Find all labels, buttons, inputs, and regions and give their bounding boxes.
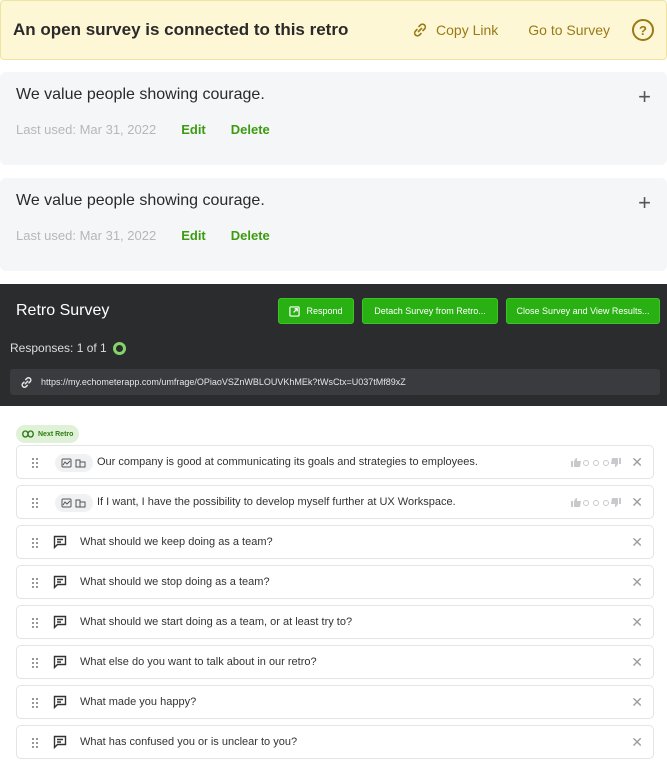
link-icon bbox=[413, 23, 427, 37]
drag-handle-icon[interactable] bbox=[31, 496, 39, 514]
edit-button[interactable]: Edit bbox=[181, 228, 206, 243]
delete-button[interactable]: Delete bbox=[231, 122, 270, 137]
drag-handle-icon[interactable] bbox=[31, 536, 39, 554]
external-link-icon bbox=[289, 305, 301, 317]
question-row[interactable]: What should we stop doing as a team? ✕ bbox=[16, 565, 654, 599]
link-icon bbox=[22, 430, 34, 438]
rating-question-icon bbox=[55, 454, 93, 472]
help-icon[interactable]: ? bbox=[632, 19, 654, 41]
responses-label: Responses: 1 of 1 bbox=[10, 341, 107, 355]
remove-question-icon[interactable]: ✕ bbox=[631, 614, 643, 631]
responses-count: Responses: 1 of 1 bbox=[10, 341, 126, 355]
value-title: We value people showing courage. bbox=[16, 192, 265, 209]
survey-url: https://my.echometerapp.com/umfrage/OPia… bbox=[41, 377, 406, 387]
scale-dot bbox=[603, 499, 609, 506]
last-used: Last used: Mar 31, 2022 bbox=[16, 228, 157, 243]
question-row[interactable]: What should we start doing as a team, or… bbox=[16, 605, 654, 639]
last-used: Last used: Mar 31, 2022 bbox=[16, 122, 157, 137]
question-text: What should we stop doing as a team? bbox=[80, 576, 270, 588]
banner-title: An open survey is connected to this retr… bbox=[13, 20, 349, 39]
rating-scale bbox=[571, 458, 621, 467]
remove-question-icon[interactable]: ✕ bbox=[631, 734, 643, 751]
rating-scale bbox=[571, 498, 621, 507]
thumbs-down-icon bbox=[611, 458, 621, 467]
drag-handle-icon[interactable] bbox=[31, 656, 39, 674]
copy-link-label: Copy Link bbox=[436, 22, 499, 38]
survey-url-field[interactable]: https://my.echometerapp.com/umfrage/OPia… bbox=[10, 369, 660, 395]
respond-button[interactable]: Respond bbox=[278, 298, 354, 324]
question-text: What should we start doing as a team, or… bbox=[80, 616, 353, 628]
drag-handle-icon[interactable] bbox=[31, 736, 39, 754]
comment-icon bbox=[53, 615, 67, 634]
edit-button[interactable]: Edit bbox=[181, 122, 206, 137]
question-text: What has confused you or is unclear to y… bbox=[80, 736, 298, 748]
scale-dot bbox=[603, 459, 609, 466]
thumbs-up-icon bbox=[571, 458, 581, 467]
detach-survey-button[interactable]: Detach Survey from Retro... bbox=[362, 298, 498, 324]
drag-handle-icon[interactable] bbox=[31, 456, 39, 474]
value-card: We value people showing courage. + Last … bbox=[0, 72, 667, 165]
drag-handle-icon[interactable] bbox=[31, 696, 39, 714]
progress-ring-icon bbox=[112, 341, 126, 355]
question-text: What else do you want to talk about in o… bbox=[80, 656, 317, 668]
value-title: We value people showing courage. bbox=[16, 86, 265, 103]
retro-survey-panel: Retro Survey Respond Detach Survey from … bbox=[0, 284, 667, 406]
next-retro-label: Next Retro bbox=[38, 430, 74, 438]
next-retro-badge: Next Retro bbox=[16, 425, 80, 443]
delete-button[interactable]: Delete bbox=[231, 228, 270, 243]
question-row[interactable]: If I want, I have the possibility to dev… bbox=[16, 485, 654, 519]
remove-question-icon[interactable]: ✕ bbox=[631, 454, 643, 471]
question-row[interactable]: What else do you want to talk about in o… bbox=[16, 645, 654, 679]
question-text: What made you happy? bbox=[80, 696, 197, 708]
question-text: Our company is good at communicating its… bbox=[97, 456, 478, 468]
rating-question-icon bbox=[55, 494, 93, 512]
remove-question-icon[interactable]: ✕ bbox=[631, 534, 643, 551]
link-icon bbox=[21, 376, 32, 388]
close-survey-button[interactable]: Close Survey and View Results... bbox=[506, 298, 660, 324]
thumbs-up-icon bbox=[571, 498, 581, 507]
scale-dot bbox=[583, 499, 589, 506]
expand-plus-icon[interactable]: + bbox=[638, 84, 651, 110]
thumbs-down-icon bbox=[611, 498, 621, 507]
remove-question-icon[interactable]: ✕ bbox=[631, 574, 643, 591]
comment-icon bbox=[53, 655, 67, 674]
remove-question-icon[interactable]: ✕ bbox=[631, 654, 643, 671]
copy-link-button[interactable]: Copy Link bbox=[412, 22, 498, 38]
comment-icon bbox=[53, 535, 67, 554]
question-row[interactable]: What has confused you or is unclear to y… bbox=[16, 725, 654, 759]
comment-icon bbox=[53, 735, 67, 754]
respond-label: Respond bbox=[306, 306, 343, 316]
remove-question-icon[interactable]: ✕ bbox=[631, 494, 643, 511]
drag-handle-icon[interactable] bbox=[31, 576, 39, 594]
scale-dot bbox=[583, 459, 589, 466]
comment-icon bbox=[53, 575, 67, 594]
question-row[interactable]: Our company is good at communicating its… bbox=[16, 445, 654, 479]
go-to-survey-button[interactable]: Go to Survey bbox=[528, 22, 610, 38]
question-text: What should we keep doing as a team? bbox=[80, 536, 273, 548]
survey-banner: An open survey is connected to this retr… bbox=[0, 0, 667, 60]
comment-icon bbox=[53, 695, 67, 714]
value-card: We value people showing courage. + Last … bbox=[0, 178, 667, 271]
remove-question-icon[interactable]: ✕ bbox=[631, 694, 643, 711]
question-row[interactable]: What made you happy? ✕ bbox=[16, 685, 654, 719]
drag-handle-icon[interactable] bbox=[31, 616, 39, 634]
question-text: If I want, I have the possibility to dev… bbox=[97, 496, 456, 508]
question-row[interactable]: What should we keep doing as a team? ✕ bbox=[16, 525, 654, 559]
scale-dot bbox=[593, 459, 599, 466]
expand-plus-icon[interactable]: + bbox=[638, 190, 651, 216]
scale-dot bbox=[593, 499, 599, 506]
survey-title: Retro Survey bbox=[16, 302, 110, 319]
